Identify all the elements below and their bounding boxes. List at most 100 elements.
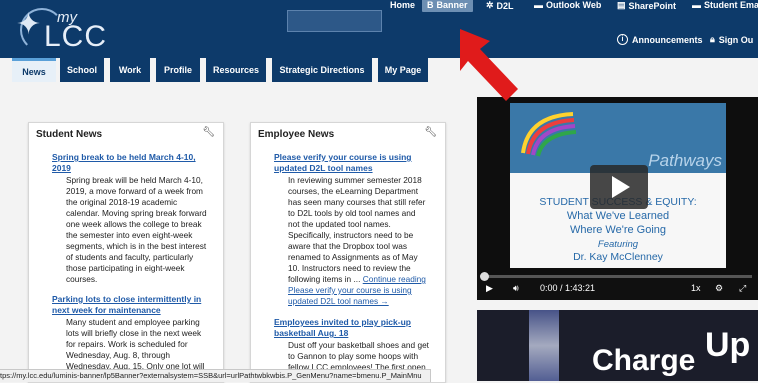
body-line: courses. xyxy=(66,274,98,284)
outlook-web-label: Outlook Web xyxy=(546,0,602,10)
more-link-line: updated D2L tool names → xyxy=(288,296,389,306)
body-line-text: following items in ... xyxy=(288,274,361,284)
body-line: has seen many courses that still refer xyxy=(288,197,426,207)
star-icon: ✦ xyxy=(16,8,42,41)
more-link[interactable]: Please verify your course is using updat… xyxy=(288,285,426,307)
body-line: renamed to Assignments as of May xyxy=(288,252,418,262)
headline-line: basketball Aug. 18 xyxy=(274,328,349,338)
fullscreen-icon[interactable]: ⤢ xyxy=(739,283,746,294)
body-line: to D2L tools by old tool names and xyxy=(288,208,416,218)
body-line: Dust off your basketball shoes and get xyxy=(288,340,429,350)
play-button[interactable] xyxy=(590,165,648,209)
time-display: 0:00 / 1:43:21 xyxy=(540,283,596,293)
tab-my-page-label: My Page xyxy=(384,65,422,75)
tab-school[interactable]: School xyxy=(60,58,104,82)
student-email-label: Student Emai xyxy=(704,0,758,10)
volume-icon[interactable]: 🔊︎ xyxy=(513,283,519,294)
video-player[interactable]: Pathways STUDENT SUCCESS & EQUITY: What … xyxy=(477,97,758,300)
d2l-link-label: D2L xyxy=(496,0,514,11)
body-line: courses, the eLearning Department xyxy=(288,186,419,196)
news-headline-link[interactable]: Spring break to be held March 4-10, 2019 xyxy=(52,152,196,174)
banner-link[interactable]: B Banner xyxy=(422,0,473,12)
tab-work-label: Work xyxy=(118,65,142,75)
banner-icon: B xyxy=(427,0,434,10)
body-line: one week allows the college to break xyxy=(66,219,202,229)
announcements-link[interactable]: i Announcements xyxy=(617,34,703,45)
slide-featuring: Featuring xyxy=(597,239,639,250)
tab-work[interactable]: Work xyxy=(110,58,150,82)
tab-resources-label: Resources xyxy=(212,65,260,75)
outlook-web-link[interactable]: ▬ Outlook Web xyxy=(534,0,601,10)
body-line: Spring break will be held March 4-10, xyxy=(66,175,203,185)
speed-button[interactable]: 1x xyxy=(691,283,701,293)
body-line: following items in ... Continue reading xyxy=(288,274,426,285)
d2l-icon: ✲ xyxy=(486,0,494,10)
sign-out-label: Sign Ou xyxy=(718,34,754,45)
announcements-label: Announcements xyxy=(632,34,703,45)
sharepoint-link[interactable]: ▤ SharePoint xyxy=(617,0,676,11)
headline-line: next week for maintenance xyxy=(52,305,161,315)
news-body: Many student and employee parking lots w… xyxy=(66,317,205,372)
wrench-icon[interactable]: 🔧︎ xyxy=(202,127,215,138)
pathways-logo-icon xyxy=(521,112,577,157)
tab-profile-label: Profile xyxy=(163,65,192,75)
play-icon[interactable]: ▶ xyxy=(486,283,493,294)
light-beam xyxy=(529,310,559,381)
info-icon: i xyxy=(617,34,628,45)
tab-strategic-directions[interactable]: Strategic Directions xyxy=(272,58,372,82)
body-line: to Gannon to play some hoops with xyxy=(288,351,419,361)
body-line: Specifically, instructors need to be xyxy=(288,230,414,240)
body-line: not the updated tool names. xyxy=(288,219,391,229)
tab-news[interactable]: News xyxy=(12,58,56,82)
top-header: ✦ my LCC Home B Banner ✲ D2L ▬ Outlook Web … xyxy=(0,0,758,58)
body-line: of students and faculty, particularly xyxy=(66,252,194,262)
body-line: Many student and employee parking xyxy=(66,317,200,327)
home-link[interactable]: Home xyxy=(390,0,415,10)
body-line: lots will briefly close in the next week xyxy=(66,328,202,338)
d2l-link[interactable]: ✲ D2L xyxy=(486,0,514,11)
student-news-title: Student News xyxy=(36,129,103,140)
tab-profile[interactable]: Profile xyxy=(156,58,200,82)
headline-line: Spring break to be held March 4-10, xyxy=(52,152,196,162)
body-line: 10. Instructors need to review the xyxy=(288,263,411,273)
tab-my-page[interactable]: My Page xyxy=(378,58,428,82)
news-headline-link[interactable]: Please verify your course is using updat… xyxy=(274,152,411,174)
home-link-label: Home xyxy=(390,0,416,10)
video-controls: ▶ 🔊︎ 0:00 / 1:43:21 1x ⚙ ⤢ xyxy=(477,272,758,300)
lock-icon: 🔒︎ xyxy=(710,34,715,44)
body-line: for repairs. Work is scheduled for xyxy=(66,339,188,349)
search-input[interactable] xyxy=(287,10,382,32)
charge-up-video[interactable]: Charge Up xyxy=(477,310,758,381)
sharepoint-label: SharePoint xyxy=(628,0,677,11)
wrench-icon[interactable]: 🔧︎ xyxy=(424,127,437,138)
settings-gear-icon[interactable]: ⚙ xyxy=(715,283,723,294)
continue-reading-link[interactable]: Continue reading xyxy=(363,274,426,284)
tab-news-label: News xyxy=(22,66,46,77)
student-email-link[interactable]: ▬ Student Emai xyxy=(692,0,758,10)
sign-out-link[interactable]: 🔒︎ Sign Ou xyxy=(710,34,753,45)
progress-bar[interactable] xyxy=(480,272,752,281)
body-line: 2019, a move forward of a week from xyxy=(66,186,203,196)
body-line: the original 2018-19 academic xyxy=(66,197,178,207)
progress-handle[interactable] xyxy=(480,272,489,281)
body-line: aware that the Dropbox tool was xyxy=(288,241,407,251)
tab-resources[interactable]: Resources xyxy=(206,58,266,82)
tab-school-label: School xyxy=(66,65,97,75)
headline-line: Please verify your course is using xyxy=(274,152,412,162)
status-bar-url: tps://my.lcc.edu/luminis-banner/lp5Banne… xyxy=(0,369,431,382)
body-line: calendar. Moving spring break forward xyxy=(66,208,207,218)
mail-icon: ▬ xyxy=(692,0,701,10)
slide-title-line: Where We're Going xyxy=(569,224,667,236)
body-line: segments, which is in the best interest xyxy=(66,241,207,251)
logo-lcc-text: LCC xyxy=(44,20,108,53)
news-headline-link[interactable]: Parking lots to close intermittently in … xyxy=(52,294,201,316)
news-headline-link[interactable]: Employees invited to play pick-up basket… xyxy=(274,317,411,339)
headline-line: Parking lots to close intermittently in xyxy=(52,294,202,304)
tab-strategic-directions-label: Strategic Directions xyxy=(279,65,365,75)
more-link-line: Please verify your course is using xyxy=(288,285,412,295)
pathways-text: Pathways xyxy=(648,151,722,170)
red-arrow-annotation xyxy=(460,29,518,101)
mylcc-logo[interactable]: ✦ my LCC xyxy=(14,6,124,54)
charge-text: Charge xyxy=(592,344,696,377)
sharepoint-icon: ▤ xyxy=(617,0,626,10)
